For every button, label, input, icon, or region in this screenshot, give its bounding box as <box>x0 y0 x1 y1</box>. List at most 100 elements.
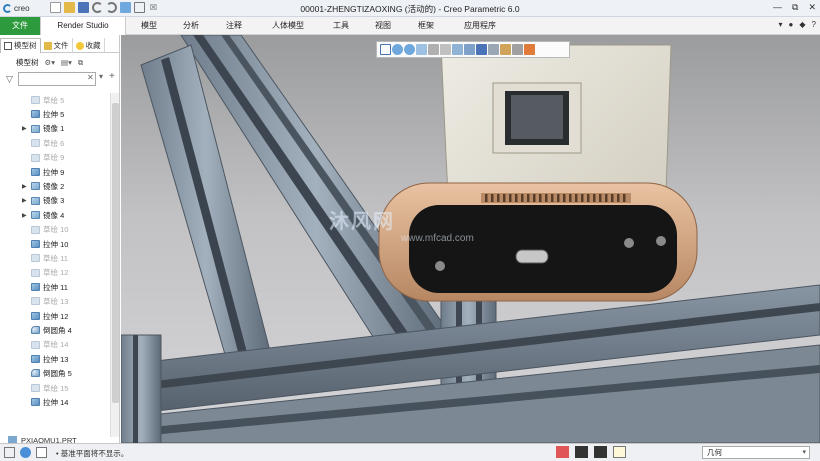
vent-slot <box>515 194 518 202</box>
annotation-display-icon[interactable] <box>500 44 511 55</box>
tab-favorites[interactable]: 收藏 <box>73 38 105 53</box>
graphics-window[interactable]: 沐风网 www.mfcad.com <box>121 35 820 443</box>
tree-search: ▽ ✕ ▾ + <box>3 71 119 86</box>
zoom-out-icon[interactable] <box>404 44 415 55</box>
vent-slot <box>491 194 494 202</box>
selection-filter-dropdown[interactable]: 几何 ▾ <box>702 446 810 459</box>
expand-arrow-icon[interactable]: ▶ <box>22 125 27 132</box>
find-icon[interactable] <box>594 446 607 458</box>
close-button[interactable]: ✕ <box>808 2 816 13</box>
restore-button[interactable]: ⧉ <box>792 2 798 13</box>
selection-icon[interactable] <box>575 446 588 458</box>
fullscreen-icon[interactable] <box>36 447 47 458</box>
repaint-icon[interactable] <box>416 44 427 55</box>
appearance-icon[interactable] <box>524 44 535 55</box>
status-message: • 基准平面将不显示。 <box>56 449 129 458</box>
smart-filter-icon[interactable] <box>556 446 569 458</box>
settings-icon[interactable]: ⚙▾ <box>45 58 56 67</box>
search-dropdown-icon[interactable]: ▾ <box>99 72 103 81</box>
tree-item-label: 草绘 10 <box>43 225 69 235</box>
tree-item[interactable]: 草绘 9 <box>0 151 110 165</box>
tree-vertical-scrollbar[interactable] <box>110 93 119 437</box>
tab-render-studio[interactable]: Render Studio <box>40 17 126 36</box>
tree-item[interactable]: 拉伸 9 <box>0 165 110 179</box>
tree-item[interactable]: 草绘 11 <box>0 251 110 265</box>
tab-applications[interactable]: 应用程序 <box>454 17 506 35</box>
tree-item[interactable]: 拉伸 13 <box>0 352 110 366</box>
extrude-feature-icon <box>31 283 40 292</box>
expand-arrow-icon[interactable]: ▶ <box>22 197 27 204</box>
tab-model-tree[interactable]: 模型树 <box>0 38 41 53</box>
zoom-in-icon[interactable] <box>392 44 403 55</box>
add-item-icon[interactable]: + <box>109 71 115 82</box>
toggle-navigator-icon[interactable] <box>4 447 15 458</box>
tree-item[interactable]: ▶ 镜像 1 <box>0 122 110 136</box>
expand-arrow-icon[interactable]: ▶ <box>22 183 27 190</box>
tree-item[interactable]: 倒圆角 4 <box>0 323 110 337</box>
sketch-feature-icon <box>31 153 40 162</box>
sketch-feature-icon <box>31 340 40 349</box>
tree-item-label: 草绘 5 <box>43 95 65 105</box>
tree-item-label: 拉伸 9 <box>43 167 65 177</box>
tree-item-label: 草绘 15 <box>43 383 69 393</box>
mirror-feature-icon <box>31 196 40 205</box>
tree-item[interactable]: 拉伸 10 <box>0 237 110 251</box>
tab-view[interactable]: 视图 <box>368 17 398 35</box>
tree-item[interactable]: 草绘 5 <box>0 93 110 107</box>
tree-item[interactable]: 草绘 14 <box>0 338 110 352</box>
datum-display-icon[interactable] <box>488 44 499 55</box>
tree-item[interactable]: ▶ 镜像 3 <box>0 194 110 208</box>
tab-file[interactable]: 文件 <box>0 17 40 35</box>
camera-slot <box>515 249 549 264</box>
browser-icon[interactable] <box>20 447 31 458</box>
tree-search-input[interactable] <box>18 72 96 86</box>
vent-slot <box>599 194 602 202</box>
tab-tools[interactable]: 工具 <box>326 17 356 35</box>
tree-filter-icon[interactable]: ⧉ <box>78 58 83 68</box>
tree-item-label: 拉伸 14 <box>43 397 69 407</box>
tree-item[interactable]: 拉伸 12 <box>0 309 110 323</box>
selection-filter-icon[interactable] <box>613 446 626 458</box>
perspective-icon[interactable] <box>464 44 475 55</box>
tree-item-label: 草绘 9 <box>43 153 65 163</box>
tab-folder-browser[interactable]: 文件 <box>41 38 73 53</box>
tab-model[interactable]: 模型 <box>134 17 164 35</box>
tree-item[interactable]: 草绘 13 <box>0 294 110 308</box>
minimize-button[interactable]: — <box>773 2 782 13</box>
tree-toolbar: 模型树 ⚙▾ ▤▾ ⧉ <box>0 55 120 70</box>
tree-item[interactable]: 草绘 12 <box>0 266 110 280</box>
community-icon[interactable]: ◆ <box>799 20 805 29</box>
tree-item[interactable]: 草绘 15 <box>0 381 110 395</box>
tree-item[interactable]: 拉伸 11 <box>0 280 110 294</box>
spin-center-icon[interactable] <box>512 44 523 55</box>
tab-manikin[interactable]: 人体模型 <box>262 17 314 35</box>
tree-item[interactable]: 草绘 6 <box>0 136 110 150</box>
camera-vents <box>481 193 631 203</box>
display-style-icon[interactable] <box>476 44 487 55</box>
tab-analysis[interactable]: 分析 <box>176 17 206 35</box>
tab-annotate[interactable]: 注释 <box>219 17 249 35</box>
saved-views-icon[interactable] <box>440 44 451 55</box>
vent-slot <box>551 194 554 202</box>
tree-item[interactable]: 倒圆角 5 <box>0 366 110 380</box>
view-toolbar <box>376 41 570 58</box>
clear-search-icon[interactable]: ✕ <box>87 73 94 82</box>
filter-icon[interactable]: ▽ <box>6 74 13 85</box>
expand-arrow-icon[interactable]: ▶ <box>22 212 27 219</box>
view-manager-icon[interactable] <box>452 44 463 55</box>
tree-item[interactable]: 草绘 10 <box>0 223 110 237</box>
tree-item[interactable]: 拉伸 5 <box>0 107 110 121</box>
reorient-icon[interactable] <box>428 44 439 55</box>
search-help-icon[interactable]: ● <box>789 20 794 29</box>
sketch-feature-icon <box>31 268 40 277</box>
vent-slot <box>527 194 530 202</box>
help-icon[interactable]: ? <box>812 20 816 29</box>
show-icon[interactable]: ▤▾ <box>61 58 72 67</box>
tree-item[interactable]: 拉伸 14 <box>0 395 110 409</box>
tree-item[interactable]: ▶ 镜像 4 <box>0 208 110 222</box>
tree-item[interactable]: ▶ 镜像 2 <box>0 179 110 193</box>
minimize-ribbon-icon[interactable]: ▾ <box>779 20 783 29</box>
refit-icon[interactable] <box>380 44 391 55</box>
vent-slot <box>521 194 524 202</box>
tab-framework[interactable]: 框架 <box>411 17 441 35</box>
